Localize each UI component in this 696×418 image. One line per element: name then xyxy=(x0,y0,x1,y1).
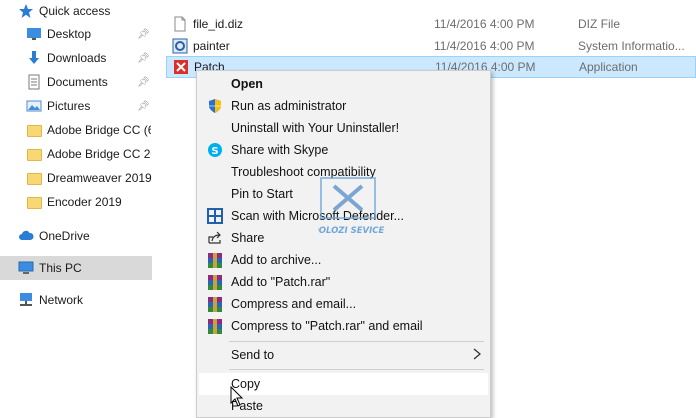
computer-icon xyxy=(18,260,34,276)
folder-icon xyxy=(26,171,42,187)
nav-item-pictures[interactable]: Pictures 📌︎ xyxy=(0,94,152,118)
nav-onedrive[interactable]: OneDrive xyxy=(0,224,152,248)
nav-item-label: Desktop xyxy=(47,27,92,41)
winrar-icon xyxy=(207,296,223,312)
menu-open-label: Open xyxy=(231,77,263,91)
nav-quick-access[interactable]: Quick access xyxy=(0,0,152,24)
watermark-logo: DOLOZI SEVICE xyxy=(312,176,398,238)
nav-quick-access-label: Quick access xyxy=(39,4,111,18)
nav-onedrive-label: OneDrive xyxy=(39,229,90,243)
nav-item-label: Adobe Bridge CC (6 xyxy=(47,123,151,137)
nav-item-desktop[interactable]: Desktop 📌︎ xyxy=(0,22,152,46)
menu-send-to[interactable]: Send to xyxy=(199,344,488,366)
navigation-pane: Quick access Desktop 📌︎ Downloads 📌︎ Doc… xyxy=(0,0,152,418)
system-info-icon xyxy=(172,38,188,54)
nav-item-label: Adobe Bridge CC 20 xyxy=(47,147,151,161)
folder-icon xyxy=(26,147,42,163)
menu-share-skype-label: Share with Skype xyxy=(231,143,329,157)
file-name: painter xyxy=(193,39,230,53)
nav-network[interactable]: Network xyxy=(0,288,152,312)
pictures-icon xyxy=(26,98,42,114)
nav-this-pc-label: This PC xyxy=(39,261,82,275)
folder-icon xyxy=(26,195,42,211)
menu-share-skype[interactable]: S Share with Skype xyxy=(199,139,488,161)
nav-item-label: Downloads xyxy=(47,51,107,65)
menu-uninstall[interactable]: Uninstall with Your Uninstaller! xyxy=(199,117,488,139)
menu-compress-email-label: Compress and email... xyxy=(231,297,357,311)
file-row[interactable]: painter 11/4/2016 4:00 PM System Informa… xyxy=(166,35,696,57)
uac-shield-icon xyxy=(207,98,223,114)
mouse-cursor-icon xyxy=(230,385,244,411)
file-row[interactable]: file_id.diz 11/4/2016 4:00 PM DIZ File xyxy=(166,13,696,35)
winrar-icon xyxy=(207,252,223,268)
application-icon xyxy=(173,59,189,75)
nav-item-adobe-bridge-20[interactable]: Adobe Bridge CC 20 xyxy=(0,142,152,166)
nav-item-documents[interactable]: Documents 📌︎ xyxy=(0,70,152,94)
menu-add-archive[interactable]: Add to archive... xyxy=(199,249,488,271)
nav-item-adobe-bridge-6[interactable]: Adobe Bridge CC (6 xyxy=(0,118,152,142)
watermark-text: DOLOZI SEVICE xyxy=(318,226,385,236)
file-name: file_id.diz xyxy=(193,17,244,31)
menu-run-as-admin[interactable]: Run as administrator xyxy=(199,95,488,117)
text-file-icon xyxy=(172,16,188,32)
network-icon xyxy=(18,292,34,308)
file-type: System Informatio... xyxy=(578,39,685,53)
menu-uninstall-label: Uninstall with Your Uninstaller! xyxy=(231,121,400,135)
svg-text:S: S xyxy=(211,146,218,157)
nav-item-label: Documents xyxy=(47,75,108,89)
pin-icon: 📌︎ xyxy=(137,77,150,88)
nav-item-encoder[interactable]: Encoder 2019 xyxy=(0,190,152,214)
file-date: 11/4/2016 4:00 PM xyxy=(434,17,535,31)
nav-item-label: Encoder 2019 xyxy=(47,195,122,209)
star-icon xyxy=(18,3,34,19)
nav-this-pc[interactable]: This PC xyxy=(0,256,152,280)
file-type: DIZ File xyxy=(578,17,620,31)
menu-add-patch-rar-label: Add to "Patch.rar" xyxy=(231,275,331,289)
chevron-right-icon xyxy=(473,348,482,363)
menu-run-as-admin-label: Run as administrator xyxy=(231,99,347,113)
menu-pin-start-label: Pin to Start xyxy=(231,187,293,201)
nav-item-downloads[interactable]: Downloads 📌︎ xyxy=(0,46,152,70)
documents-icon xyxy=(26,74,42,90)
menu-send-to-label: Send to xyxy=(231,348,275,362)
folder-icon xyxy=(26,123,42,139)
nav-item-label: Pictures xyxy=(47,99,91,113)
menu-compress-email[interactable]: Compress and email... xyxy=(199,293,488,315)
desktop-icon xyxy=(26,26,42,42)
menu-separator xyxy=(229,341,484,342)
pin-icon: 📌︎ xyxy=(137,29,150,40)
nav-item-label: Dreamweaver 2019 xyxy=(47,171,152,185)
menu-share-label: Share xyxy=(231,231,265,245)
file-type: Application xyxy=(579,60,638,74)
share-icon xyxy=(207,230,223,246)
winrar-icon xyxy=(207,274,223,290)
download-arrow-icon xyxy=(26,50,42,66)
menu-add-patch-rar[interactable]: Add to "Patch.rar" xyxy=(199,271,488,293)
menu-add-archive-label: Add to archive... xyxy=(231,253,322,267)
menu-compress-patch-email[interactable]: Compress to "Patch.rar" and email xyxy=(199,315,488,337)
menu-separator xyxy=(229,369,484,370)
menu-open[interactable]: Open xyxy=(199,73,488,95)
file-date: 11/4/2016 4:00 PM xyxy=(434,39,535,53)
nav-network-label: Network xyxy=(39,293,84,307)
pin-icon: 📌︎ xyxy=(137,101,150,112)
defender-icon xyxy=(207,208,223,224)
winrar-icon xyxy=(207,318,223,334)
cloud-icon xyxy=(18,228,34,244)
menu-compress-patch-email-label: Compress to "Patch.rar" and email xyxy=(231,319,423,333)
nav-item-dreamweaver[interactable]: Dreamweaver 2019 xyxy=(0,166,152,190)
skype-icon: S xyxy=(207,142,223,158)
pin-icon: 📌︎ xyxy=(137,53,150,64)
context-menu: Open Run as administrator Uninstall with… xyxy=(196,70,491,418)
